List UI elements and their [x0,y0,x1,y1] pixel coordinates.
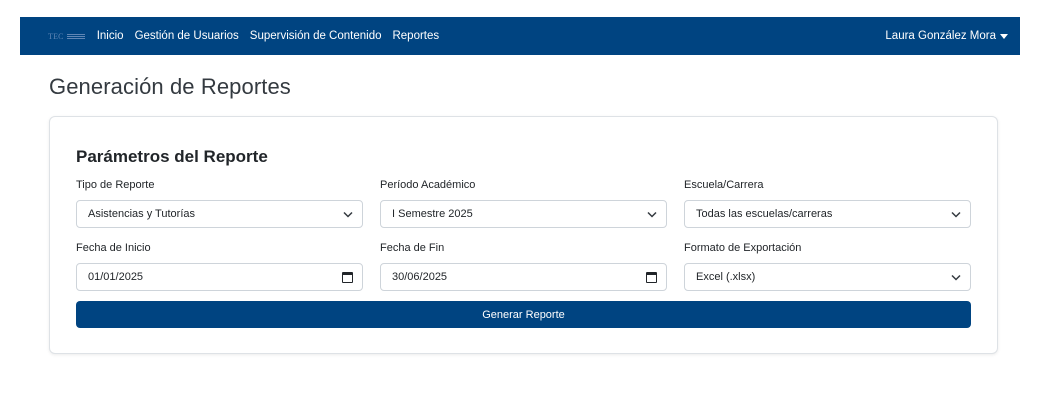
school-label: Escuela/Carrera [684,179,764,191]
start-date-label: Fecha de Inicio [76,242,151,254]
export-format-field: Formato de Exportación Excel (.xlsx) [684,242,971,291]
start-date-field: Fecha de Inicio 01/01/2025 [76,242,363,291]
period-value: I Semestre 2025 [392,208,473,220]
user-name: Laura González Mora [885,30,996,42]
nav-link-reportes[interactable]: Reportes [392,30,439,42]
start-date-value: 01/01/2025 [88,271,144,283]
end-date-value: 30/06/2025 [392,271,448,283]
nav-link-gestion-usuarios[interactable]: Gestión de Usuarios [135,30,239,42]
period-field: Período Académico I Semestre 2025 [380,179,667,228]
period-select[interactable]: I Semestre 2025 [380,200,667,228]
school-value: Todas las escuelas/carreras [696,208,833,220]
report-parameters-card: Parámetros del Reporte Tipo de Reporte A… [49,116,998,354]
chevron-down-icon [343,209,353,219]
export-format-value: Excel (.xlsx) [696,271,756,283]
brand-lines-icon [66,33,85,39]
generate-report-button[interactable]: Generar Reporte [76,301,971,328]
period-label: Período Académico [380,179,476,191]
end-date-input[interactable]: 30/06/2025 [380,263,667,291]
report-type-field: Tipo de Reporte Asistencias y Tutorías [76,179,363,228]
report-type-select[interactable]: Asistencias y Tutorías [76,200,363,228]
report-type-value: Asistencias y Tutorías [88,208,195,220]
brand-logo[interactable]: TEC [48,32,85,41]
nav-link-supervision-contenido[interactable]: Supervisión de Contenido [250,30,382,42]
export-format-select[interactable]: Excel (.xlsx) [684,263,971,291]
calendar-icon[interactable] [342,271,353,283]
start-date-input[interactable]: 01/01/2025 [76,263,363,291]
school-field: Escuela/Carrera Todas las escuelas/carre… [684,179,971,228]
school-select[interactable]: Todas las escuelas/carreras [684,200,971,228]
page-title: Generación de Reportes [49,74,291,99]
chevron-down-icon [951,272,961,282]
chevron-down-icon [647,209,657,219]
nav-link-inicio[interactable]: Inicio [97,30,124,42]
report-type-label: Tipo de Reporte [76,179,155,191]
export-format-label: Formato de Exportación [684,242,802,254]
end-date-field: Fecha de Fin 30/06/2025 [380,242,667,291]
card-title: Parámetros del Reporte [76,147,268,166]
calendar-icon[interactable] [646,271,657,283]
brand-text: TEC [48,31,64,41]
user-menu-toggle[interactable]: Laura González Mora [885,30,1008,42]
caret-down-icon [1000,33,1008,39]
chevron-down-icon [951,209,961,219]
top-navbar: TEC Inicio Gestión de Usuarios Supervisi… [20,17,1020,55]
end-date-label: Fecha de Fin [380,242,445,254]
